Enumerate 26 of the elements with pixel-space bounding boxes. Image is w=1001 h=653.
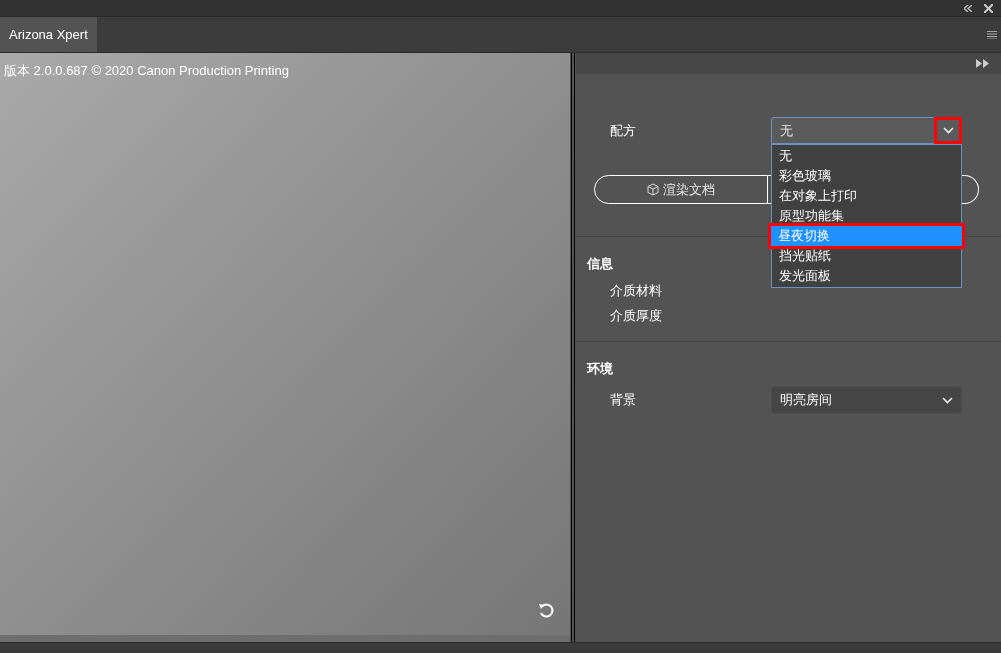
recipe-option[interactable]: 原型功能集 [772, 206, 961, 226]
version-text: 版本 2.0.0.687 © 2020 Canon Production Printing [4, 62, 289, 80]
dropdown-toggle[interactable] [934, 117, 962, 144]
collapse-icon[interactable] [964, 4, 972, 12]
recipe-value: 无 [780, 121, 793, 140]
recipe-option[interactable]: 在对象上打印 [772, 186, 961, 206]
chevron-down-icon [942, 396, 953, 404]
cube-icon [647, 183, 659, 196]
reset-icon[interactable] [538, 602, 555, 619]
section-title: 信息 [587, 255, 613, 273]
recipe-option[interactable]: 发光面板 [772, 266, 961, 286]
info-field-label: 介质材料 [610, 281, 662, 300]
expand-icon[interactable] [976, 59, 989, 68]
background-dropdown[interactable]: 明亮房间 [771, 386, 962, 414]
recipe-option[interactable]: 彩色玻璃 [772, 166, 961, 186]
background-label: 背景 [610, 391, 637, 410]
recipe-option[interactable]: 挡光贴纸 [772, 246, 961, 266]
recipe-label: 配方 [610, 121, 637, 140]
recipe-option[interactable]: 无 [772, 146, 961, 166]
menu-icon[interactable] [987, 30, 997, 39]
tab[interactable]: Arizona Xpert [0, 17, 97, 52]
close-icon[interactable] [984, 3, 993, 13]
chevron-down-icon [942, 127, 954, 134]
recipe-dropdown[interactable]: 无 [771, 117, 962, 144]
info-field-label: 介质厚度 [610, 307, 662, 325]
section-title: 环境 [587, 359, 613, 378]
